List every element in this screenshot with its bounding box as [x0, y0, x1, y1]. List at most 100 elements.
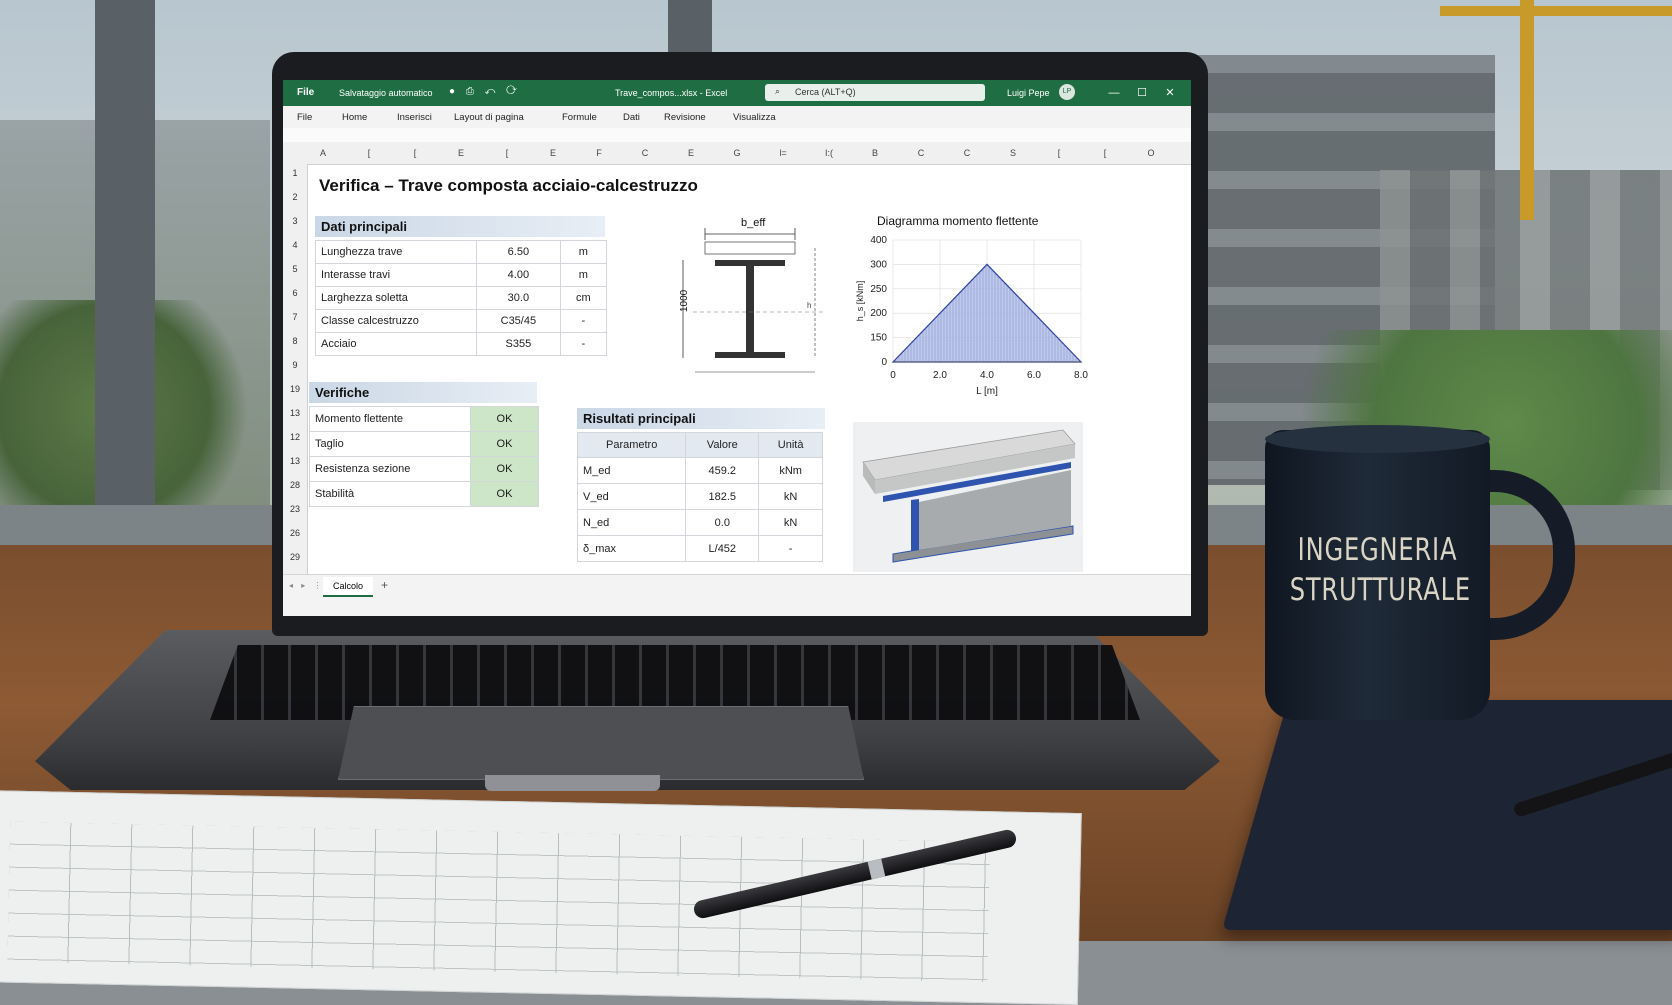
column-header-cell[interactable]: [: [397, 148, 433, 158]
row-header-cell[interactable]: 13: [283, 408, 307, 418]
dati-label[interactable]: Larghezza soletta: [315, 286, 477, 310]
row-header-cell[interactable]: 12: [283, 432, 307, 442]
row-header-cell[interactable]: 1: [283, 168, 307, 178]
column-header-cell[interactable]: C: [903, 148, 939, 158]
column-header-cell[interactable]: B: [857, 148, 893, 158]
row-header-cell[interactable]: 2: [283, 192, 307, 202]
result-unit[interactable]: kNm: [758, 457, 823, 484]
row-header-cell[interactable]: 7: [283, 312, 307, 322]
ribbon-tabs: File Home Inserisci Layout di pagina For…: [283, 106, 1191, 128]
tab-formule[interactable]: Formule: [562, 112, 597, 123]
status-badge[interactable]: OK: [470, 481, 539, 507]
dati-value[interactable]: 6.50: [476, 240, 561, 264]
row-header-cell[interactable]: 13: [283, 456, 307, 466]
row-header-cell[interactable]: 23: [283, 504, 307, 514]
maximize-button[interactable]: ☐: [1131, 85, 1153, 101]
column-header-cell[interactable]: [: [1087, 148, 1123, 158]
row-header-cell[interactable]: 9: [283, 360, 307, 370]
result-unit[interactable]: kN: [758, 509, 823, 536]
dati-label[interactable]: Lunghezza trave: [315, 240, 477, 264]
dati-unit[interactable]: cm: [560, 286, 607, 310]
sheet-tab-calcolo[interactable]: Calcolo: [323, 577, 374, 597]
result-value[interactable]: 0.0: [685, 509, 759, 536]
dati-unit[interactable]: -: [560, 309, 607, 333]
result-param[interactable]: δ_max: [577, 535, 686, 562]
column-header-cell[interactable]: C: [949, 148, 985, 158]
dati-unit[interactable]: m: [560, 240, 607, 264]
result-param[interactable]: M_ed: [577, 457, 686, 484]
tab-visualizza[interactable]: Visualizza: [733, 112, 776, 123]
column-header[interactable]: Unità: [758, 432, 823, 458]
minimize-button[interactable]: —: [1103, 85, 1125, 101]
column-header-cell[interactable]: E: [443, 148, 479, 158]
column-header-cell[interactable]: [: [489, 148, 525, 158]
dati-unit[interactable]: -: [560, 332, 607, 356]
row-header-cell[interactable]: 29: [283, 552, 307, 562]
column-header-cell[interactable]: A: [305, 148, 341, 158]
column-header[interactable]: Valore: [685, 432, 759, 458]
result-param[interactable]: V_ed: [577, 483, 686, 510]
moment-chart: 400 300 250 200 150 00 2.0 4.0 6.0 8.0 L [m] h_s [k…: [855, 235, 1088, 397]
row-header-cell[interactable]: 26: [283, 528, 307, 538]
column-header-cell[interactable]: C: [627, 148, 663, 158]
column-header-cell[interactable]: G: [719, 148, 755, 158]
dati-value[interactable]: C35/45: [476, 309, 561, 333]
column-header-cell[interactable]: E: [673, 148, 709, 158]
user-name[interactable]: Luigi Pepe: [1007, 88, 1050, 98]
dati-unit[interactable]: m: [560, 263, 607, 287]
row-header-cell[interactable]: 28: [283, 480, 307, 490]
tab-layout-di-pagina[interactable]: Layout di pagina: [454, 112, 524, 123]
column-header-cell[interactable]: F: [581, 148, 617, 158]
verifica-label[interactable]: Taglio: [309, 431, 471, 457]
result-unit[interactable]: kN: [758, 483, 823, 510]
dati-value[interactable]: S355: [476, 332, 561, 356]
avatar[interactable]: LP: [1059, 84, 1075, 100]
tab-home[interactable]: Home: [342, 112, 367, 123]
trackpad: [338, 706, 864, 780]
column-header-cell[interactable]: O: [1133, 148, 1169, 158]
result-value[interactable]: 182.5: [685, 483, 759, 510]
status-badge[interactable]: OK: [470, 456, 539, 482]
result-value[interactable]: L/452: [685, 535, 759, 562]
autosave-toggle[interactable]: Salvataggio automatico: [339, 88, 433, 98]
dati-value[interactable]: 4.00: [476, 263, 561, 287]
verifica-label[interactable]: Momento flettente: [309, 406, 471, 432]
quick-access-icons[interactable]: ● ⎙ ↶ ⟳: [449, 86, 521, 97]
table-row: Taglio OK: [309, 431, 539, 457]
column-header-cell[interactable]: S: [995, 148, 1031, 158]
row-header-cell[interactable]: 19: [283, 384, 307, 394]
file-menu-button[interactable]: File: [297, 87, 314, 98]
verifica-label[interactable]: Resistenza sezione: [309, 456, 471, 482]
row-header-cell[interactable]: 8: [283, 336, 307, 346]
tab-inserisci[interactable]: Inserisci: [397, 112, 432, 123]
search-box[interactable]: ⌕ Cerca (ALT+Q): [765, 84, 985, 101]
status-badge[interactable]: OK: [470, 431, 539, 457]
tab-file[interactable]: File: [297, 112, 312, 123]
mug-text-line2: STRUTTURALE: [1289, 572, 1471, 608]
dati-label[interactable]: Classe calcestruzzo: [315, 309, 477, 333]
result-value[interactable]: 459.2: [685, 457, 759, 484]
dati-value[interactable]: 30.0: [476, 286, 561, 310]
tab-dati[interactable]: Dati: [623, 112, 640, 123]
column-header-cell[interactable]: E: [535, 148, 571, 158]
row-header-cell[interactable]: 6: [283, 288, 307, 298]
formula-toolbar[interactable]: [283, 128, 1191, 143]
add-sheet-button[interactable]: +: [381, 578, 388, 592]
result-unit[interactable]: -: [758, 535, 823, 562]
status-badge[interactable]: OK: [470, 406, 539, 432]
column-header-cell[interactable]: l=: [765, 148, 801, 158]
row-header-cell[interactable]: 4: [283, 240, 307, 250]
column-header-cell[interactable]: I:(: [811, 148, 847, 158]
sheet-nav-arrows[interactable]: ◂ ▸ ⋮: [289, 581, 324, 590]
column-header-cell[interactable]: [: [351, 148, 387, 158]
dati-label[interactable]: Interasse travi: [315, 263, 477, 287]
row-header-cell[interactable]: 3: [283, 216, 307, 226]
dati-label[interactable]: Acciaio: [315, 332, 477, 356]
column-header[interactable]: Parametro: [577, 432, 686, 458]
row-header-cell[interactable]: 5: [283, 264, 307, 274]
column-header-cell[interactable]: [: [1041, 148, 1077, 158]
result-param[interactable]: N_ed: [577, 509, 686, 536]
verifica-label[interactable]: Stabilità: [309, 481, 471, 507]
tab-revisione[interactable]: Revisione: [664, 112, 706, 123]
close-button[interactable]: ✕: [1159, 85, 1181, 101]
